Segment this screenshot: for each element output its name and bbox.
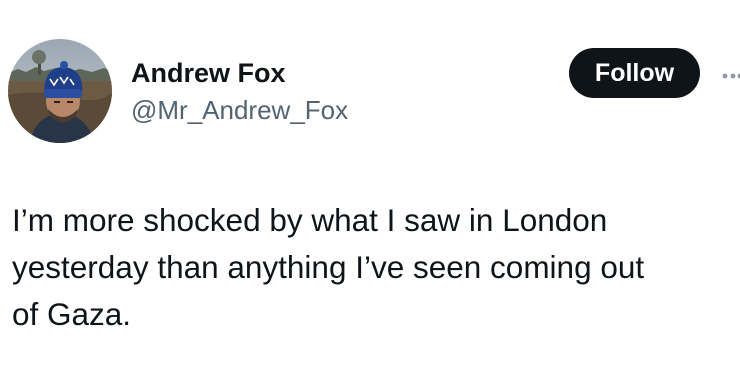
author-display-name[interactable]: Andrew Fox xyxy=(131,57,348,89)
follow-button[interactable]: Follow xyxy=(569,48,700,98)
more-horizontal-icon[interactable] xyxy=(722,68,740,79)
tweet-card: Andrew Fox @Mr_Andrew_Fox Follow I’m mor… xyxy=(0,0,740,372)
author-info: Andrew Fox @Mr_Andrew_Fox xyxy=(131,57,348,125)
tweet-text: I’m more shocked by what I saw in London… xyxy=(12,202,645,332)
avatar[interactable] xyxy=(8,39,112,143)
profile-photo-icon xyxy=(8,39,112,143)
author-handle[interactable]: @Mr_Andrew_Fox xyxy=(131,95,348,125)
